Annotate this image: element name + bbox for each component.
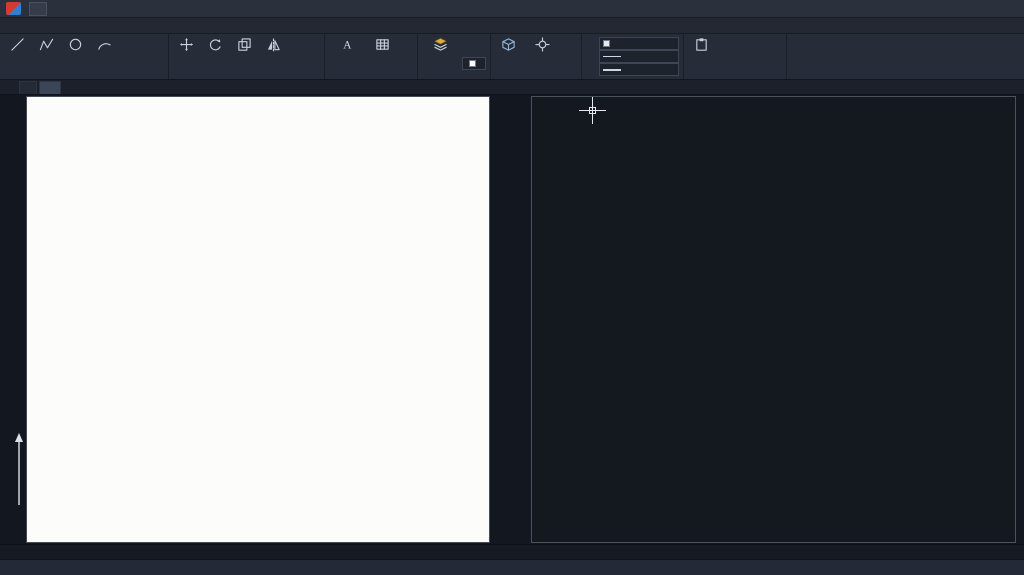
copy-icon	[237, 37, 252, 52]
rotate-tool[interactable]	[202, 36, 228, 68]
circle-tool[interactable]	[62, 36, 88, 68]
panel-label-layers[interactable]	[422, 71, 486, 79]
panel-label-modify[interactable]	[173, 68, 320, 79]
panel-label-block[interactable]	[495, 68, 577, 79]
polyline-tool[interactable]	[33, 36, 59, 68]
viewport-right[interactable]	[531, 96, 1016, 543]
panel-properties	[582, 34, 684, 79]
layer-properties-tool[interactable]	[422, 36, 459, 71]
scale-tool[interactable]	[289, 47, 302, 57]
create-block-tool[interactable]	[564, 37, 577, 47]
change-base-point-tool[interactable]	[524, 36, 561, 68]
line-icon	[10, 37, 25, 52]
panel-label-annotation[interactable]	[329, 68, 413, 79]
table-icon	[375, 37, 390, 52]
menu-icon[interactable]	[3, 81, 17, 94]
define-attributes-tool[interactable]	[564, 57, 577, 67]
lineweight-select[interactable]	[599, 63, 679, 76]
paste-icon	[694, 37, 709, 52]
copy-tool[interactable]	[231, 36, 257, 68]
linetype-sample	[603, 56, 621, 57]
panel-layers	[418, 34, 491, 79]
rotate-icon	[208, 37, 223, 52]
ribbon: A	[0, 34, 1024, 80]
panel-draw	[0, 34, 169, 79]
trim-tool[interactable]	[305, 37, 320, 47]
contour-map-grayscale[interactable]	[27, 97, 489, 542]
ucs-y-axis-icon	[7, 431, 31, 509]
document-tab-bar	[0, 80, 1024, 95]
offset-tool[interactable]	[289, 57, 302, 67]
workspace-selector[interactable]	[29, 2, 47, 16]
panel-clipboard	[684, 34, 787, 79]
move-icon	[179, 37, 194, 52]
panel-block	[491, 34, 582, 79]
draw-extra-tools	[120, 36, 164, 68]
panel-annotation: A	[325, 34, 418, 79]
contour-map-highlighted[interactable]	[532, 97, 1015, 542]
arc-icon	[97, 37, 112, 52]
titlebar	[0, 0, 1024, 18]
layer-select[interactable]	[462, 57, 486, 70]
lineweight-sample	[603, 69, 621, 71]
move-tool[interactable]	[173, 36, 199, 68]
copy-paste-settings-tool[interactable]	[717, 36, 782, 68]
viewport-left[interactable]	[26, 96, 490, 543]
leader-tool[interactable]	[398, 47, 413, 57]
panel-label-clipboard[interactable]	[688, 68, 782, 79]
panel-label-properties[interactable]	[586, 77, 679, 79]
layer-properties-icon	[433, 37, 448, 52]
line-tool[interactable]	[4, 36, 30, 68]
paste-tool[interactable]	[688, 36, 714, 68]
change-base-point-icon	[535, 37, 550, 52]
polyline-icon	[39, 37, 54, 52]
doc-tab-test[interactable]	[39, 81, 61, 94]
fillet-tool[interactable]	[305, 47, 320, 57]
status-bar	[0, 559, 1024, 575]
multiline-text-tool[interactable]: A	[329, 36, 366, 68]
linetype-select[interactable]	[599, 50, 679, 63]
table-tool[interactable]	[369, 36, 395, 68]
app-logo	[6, 2, 21, 15]
circle-icon	[68, 37, 83, 52]
field-tool[interactable]	[398, 57, 413, 67]
mirror-tool[interactable]	[260, 36, 286, 68]
svg-text:A: A	[343, 40, 352, 52]
panel-modify	[169, 34, 325, 79]
pickbox-cursor	[589, 107, 596, 114]
edit-block-tool[interactable]	[564, 47, 577, 57]
drawing-area	[0, 95, 1024, 544]
insert-block-tool[interactable]	[495, 36, 521, 68]
color-select[interactable]	[599, 37, 679, 50]
doc-tab-drawing1[interactable]	[19, 81, 37, 94]
insert-block-icon	[501, 37, 516, 52]
layout-tab-bar	[0, 544, 1024, 559]
ribbon-tab-bar	[0, 18, 1024, 34]
linear-dimension-tool[interactable]	[398, 37, 413, 47]
array-tool[interactable]	[305, 57, 320, 67]
color-swatch	[603, 40, 610, 47]
panel-label-draw[interactable]	[4, 68, 164, 79]
stretch-tool[interactable]	[289, 37, 302, 47]
mirror-icon	[266, 37, 281, 52]
layer-color-swatch	[469, 60, 476, 67]
new-drawing-tab-button[interactable]	[63, 81, 77, 94]
multiline-text-icon: A	[340, 37, 355, 52]
arc-tool[interactable]	[91, 36, 117, 68]
